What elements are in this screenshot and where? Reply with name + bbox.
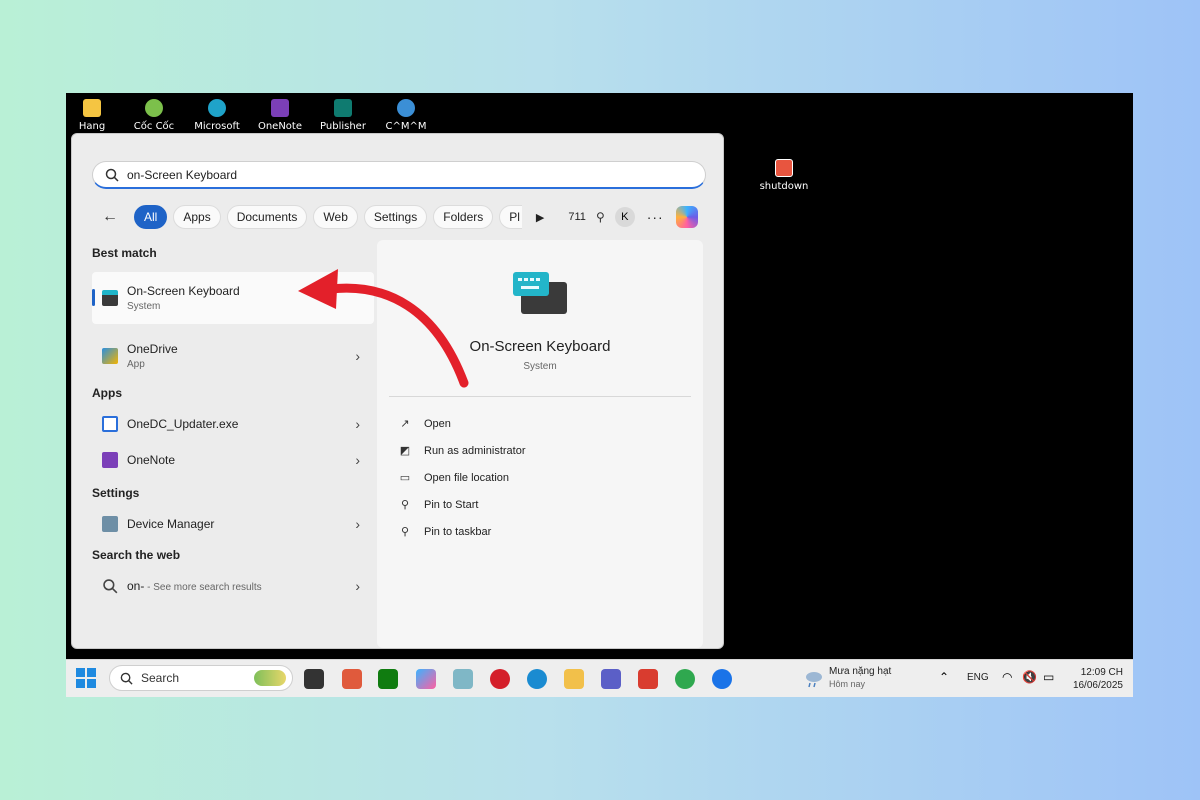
weather-widget[interactable]: Mưa nặng hạt Hôm nay [829, 666, 891, 689]
pin-icon: ⚲ [400, 525, 410, 538]
rewards-count: 711 [568, 211, 586, 223]
device-manager-icon [102, 516, 118, 532]
copilot-icon[interactable] [416, 669, 436, 689]
chevron-right-icon[interactable]: › [355, 348, 360, 364]
teams-icon[interactable] [601, 669, 621, 689]
xbox-icon[interactable] [378, 669, 398, 689]
result-onedrive[interactable]: OneDrive App › [92, 334, 374, 378]
results-list: Best match On-Screen Keyboard System One… [92, 246, 374, 604]
chevron-right-icon[interactable]: › [355, 452, 360, 468]
apps-heading: Apps [92, 386, 122, 400]
onedrive-icon [102, 348, 118, 364]
search-input[interactable]: on-Screen Keyboard [92, 161, 706, 189]
result-onedc-updater[interactable]: OneDC_Updater.exe › [92, 406, 374, 442]
search-highlight-icon [254, 670, 286, 686]
search-query: on-Screen Keyboard [127, 167, 238, 182]
desktop-icon-microsoft[interactable]: Microsoft [187, 96, 247, 132]
keyboard-app-icon [513, 272, 567, 314]
onenote-icon [102, 452, 118, 468]
desktop-icon-hang[interactable]: Hang [66, 96, 122, 132]
account-avatar[interactable]: K [614, 207, 635, 227]
filter-chip-settings[interactable]: Settings [363, 205, 428, 229]
zalo-icon[interactable] [712, 669, 732, 689]
windows-start-icon[interactable] [76, 668, 96, 688]
desktop-icon-publisher[interactable]: Publisher [313, 96, 373, 132]
divider [389, 396, 691, 397]
filter-chip-apps[interactable]: Apps [173, 205, 221, 229]
desktop-icon-cmm[interactable]: C^M^M [376, 96, 436, 132]
best-match-heading: Best match [92, 246, 157, 260]
folder-icon [83, 99, 101, 117]
wifi-icon[interactable]: ◠ [1002, 670, 1012, 684]
taskbar: Search Mưa nặng hạt Hôm nay ⌃ ENG ◠ 🔇 ▭ [66, 659, 1133, 697]
desktop-icon-coccoc[interactable]: Cốc Cốc [124, 96, 184, 132]
weather-rain-icon[interactable] [804, 670, 824, 688]
keyboard-icon [102, 290, 118, 306]
copilot-icon[interactable] [675, 206, 698, 228]
desktop-screen: Hang Cốc Cốc Microsoft OneNote Publisher… [66, 93, 1133, 697]
filter-chip-web[interactable]: Web [313, 205, 358, 229]
filter-bar: ← All Apps Documents Web Settings Folder… [102, 204, 712, 230]
filter-chip-more[interactable]: Pl [499, 205, 522, 229]
shutdown-icon [775, 159, 793, 177]
action-open-file-location[interactable]: ▭ Open file location [399, 464, 526, 491]
edge-icon [208, 99, 226, 117]
scroll-filters-icon[interactable]: ▶ [536, 211, 544, 224]
search-icon [120, 672, 133, 685]
more-options-icon[interactable]: ··· [647, 209, 664, 225]
settings-heading: Settings [92, 486, 140, 500]
globe-icon [397, 99, 415, 117]
folder-icon: ▭ [399, 471, 411, 484]
language-indicator[interactable]: ENG [967, 672, 989, 683]
file-explorer-icon[interactable] [564, 669, 584, 689]
detail-subtitle: System [523, 361, 557, 372]
filter-chip-documents[interactable]: Documents [226, 205, 308, 229]
exe-icon [102, 416, 118, 432]
edge-icon[interactable] [527, 669, 547, 689]
action-run-as-admin[interactable]: ◩ Run as administrator [399, 437, 526, 464]
action-pin-to-taskbar[interactable]: ⚲ Pin to taskbar [399, 518, 526, 545]
chevron-up-icon[interactable]: ⌃ [939, 670, 949, 684]
pin-icon: ⚲ [400, 498, 410, 511]
wps-icon[interactable] [638, 669, 658, 689]
chevron-right-icon[interactable]: › [355, 578, 360, 594]
search-web-heading: Search the web [92, 548, 181, 562]
task-view-icon[interactable] [304, 669, 324, 689]
taskbar-search[interactable]: Search [109, 665, 293, 691]
filter-chip-folders[interactable]: Folders [433, 205, 494, 229]
app-icon[interactable] [342, 669, 362, 689]
publisher-icon [334, 99, 352, 117]
detail-title: On-Screen Keyboard [469, 338, 611, 355]
result-onenote[interactable]: OneNote › [92, 442, 374, 478]
onenote-icon [271, 99, 289, 117]
result-web-search[interactable]: on- - See more search results › [92, 568, 374, 604]
rewards-icon[interactable]: ⚲ [596, 210, 605, 224]
shield-icon: ◩ [399, 444, 411, 457]
search-icon [103, 579, 118, 594]
coccoc-icon [145, 99, 163, 117]
back-arrow-icon[interactable]: ← [102, 208, 124, 226]
battery-icon[interactable]: ▭ [1043, 670, 1054, 684]
start-search-panel: on-Screen Keyboard ← All Apps Documents … [71, 133, 724, 649]
mute-icon[interactable]: 🔇 [1022, 670, 1037, 684]
action-pin-to-start[interactable]: ⚲ Pin to Start [399, 491, 526, 518]
open-icon: ↗ [400, 417, 410, 430]
filter-chip-all[interactable]: All [134, 205, 168, 229]
desktop-icon-shutdown[interactable]: shutdown [754, 156, 814, 192]
coccoc-icon[interactable] [675, 669, 695, 689]
chevron-right-icon[interactable]: › [355, 416, 360, 432]
opera-icon[interactable] [490, 669, 510, 689]
result-device-manager[interactable]: Device Manager › [92, 506, 374, 542]
detail-pane: On-Screen Keyboard System ↗ Open ◩ Run a… [377, 240, 703, 648]
detail-actions: ↗ Open ◩ Run as administrator ▭ Open fil… [399, 410, 526, 545]
system-clock[interactable]: 12:09 CH 16/06/2025 [1073, 666, 1123, 692]
action-open[interactable]: ↗ Open [399, 410, 526, 437]
desktop-icon-onenote[interactable]: OneNote [250, 96, 310, 132]
result-on-screen-keyboard[interactable]: On-Screen Keyboard System [92, 272, 374, 324]
search-icon [105, 168, 119, 182]
app-icon[interactable] [453, 669, 473, 689]
chevron-right-icon[interactable]: › [355, 516, 360, 532]
